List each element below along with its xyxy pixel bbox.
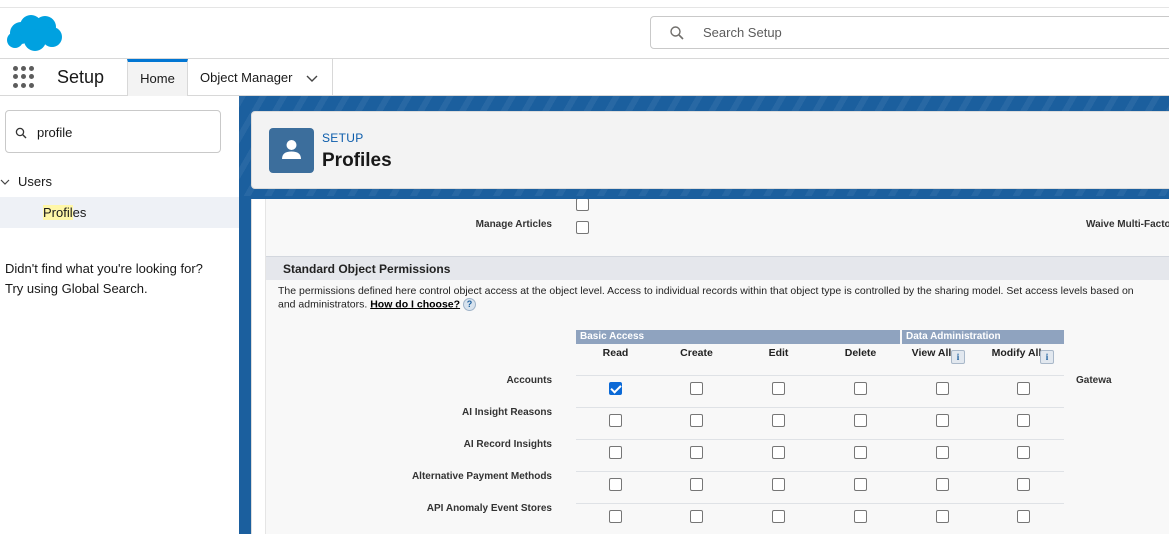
edit-checkbox[interactable] [772, 446, 785, 459]
edit-checkbox[interactable] [772, 414, 785, 427]
row-label: AI Record Insights [463, 439, 552, 450]
section-title: Standard Object Permissions [283, 262, 451, 276]
salesforce-cloud-icon[interactable] [5, 13, 63, 53]
app-launcher-icon[interactable] [13, 66, 35, 88]
quick-find-value: profile [37, 125, 73, 140]
partial-checkbox[interactable] [576, 199, 589, 211]
accounts-view-all-checkbox[interactable] [936, 382, 949, 395]
row-divider [576, 503, 1064, 504]
create-checkbox[interactable] [690, 446, 703, 459]
row-divider [576, 375, 1064, 376]
group-basic-access: Basic Access [576, 330, 900, 344]
profile-detail-body: Manage Articles Waive Multi-Facto Standa… [265, 199, 1169, 534]
quick-find-input[interactable]: profile [5, 110, 221, 153]
section-description: The permissions defined here control obj… [278, 285, 1169, 311]
not-found-message: Didn't find what you're looking for? Try… [5, 259, 203, 299]
section-header: Standard Object Permissions [266, 256, 1169, 280]
tree-group-label: Users [18, 174, 52, 189]
search-placeholder: Search Setup [703, 25, 782, 40]
accounts-modify-all-checkbox[interactable] [1017, 382, 1030, 395]
col-read: Read [602, 347, 629, 359]
search-highlight: Profil [43, 205, 73, 220]
row-label: AI Insight Reasons [461, 407, 552, 418]
top-edge [0, 0, 1169, 8]
not-found-line1: Didn't find what you're looking for? [5, 261, 203, 276]
page-header-card: SETUP Profiles [251, 111, 1169, 189]
chevron-down-icon[interactable] [306, 72, 318, 84]
col-edit: Edit [768, 347, 789, 359]
setup-sidebar: profile Users Profiles Didn't find what … [0, 96, 239, 534]
create-checkbox[interactable] [690, 414, 703, 427]
global-search-input[interactable]: Search Setup [650, 16, 1169, 49]
accounts-create-checkbox[interactable] [690, 382, 703, 395]
delete-checkbox[interactable] [854, 510, 867, 523]
waive-mfa-label: Waive Multi-Facto [1086, 219, 1169, 230]
tab-object-manager-label: Object Manager [200, 70, 293, 85]
col-create: Create [680, 347, 713, 359]
delete-checkbox[interactable] [854, 414, 867, 427]
create-checkbox[interactable] [690, 510, 703, 523]
app-name: Setup [57, 67, 105, 87]
how-do-i-choose-link[interactable]: How do I choose? [370, 298, 460, 310]
group-data-administration: Data Administration [902, 330, 1064, 344]
delete-checkbox[interactable] [854, 446, 867, 459]
desc-line2-text: and administrators. [278, 298, 368, 311]
global-header: Search Setup [0, 8, 1169, 59]
tab-object-manager[interactable]: Object Manager [188, 59, 333, 96]
modify-all-checkbox[interactable] [1017, 446, 1030, 459]
view-all-checkbox[interactable] [936, 446, 949, 459]
profile-detail-frame: Manage Articles Waive Multi-Facto Standa… [251, 199, 1169, 534]
row-label: API Anomaly Event Stores [426, 503, 552, 514]
view-all-checkbox[interactable] [936, 510, 949, 523]
manage-articles-checkbox[interactable] [576, 221, 589, 234]
view-all-checkbox[interactable] [936, 478, 949, 491]
read-checkbox[interactable] [609, 446, 622, 459]
row-divider [576, 439, 1064, 440]
read-checkbox[interactable] [609, 478, 622, 491]
tree-group-users[interactable]: Users [0, 174, 52, 189]
edit-checkbox[interactable] [772, 478, 785, 491]
accounts-read-checkbox[interactable] [609, 382, 622, 395]
desc-line1: The permissions defined here control obj… [278, 285, 1134, 297]
page-title: Profiles [322, 150, 392, 171]
edit-checkbox[interactable] [772, 510, 785, 523]
info-icon[interactable]: i [1040, 350, 1054, 364]
modify-all-checkbox[interactable] [1017, 478, 1030, 491]
help-icon[interactable]: ? [462, 298, 476, 311]
gateway-label: Gatewa [1076, 375, 1112, 386]
manage-articles-label: Manage Articles [475, 219, 552, 230]
app-nav-bar: Setup Home Object Manager [0, 59, 1169, 96]
read-checkbox[interactable] [609, 414, 622, 427]
not-found-line2: Try using Global Search. [5, 281, 148, 296]
info-icon[interactable]: i [951, 350, 965, 364]
search-icon [15, 127, 27, 139]
row-divider [576, 471, 1064, 472]
row-label: Alternative Payment Methods [411, 471, 552, 482]
breadcrumb: SETUP [322, 131, 364, 145]
read-checkbox[interactable] [609, 510, 622, 523]
tree-item-profiles[interactable]: Profiles [0, 197, 239, 228]
modify-all-checkbox[interactable] [1017, 510, 1030, 523]
view-all-checkbox[interactable] [936, 414, 949, 427]
desc-line2: and administrators. How do I choose? ? [278, 298, 1169, 311]
col-delete: Delete [844, 347, 877, 359]
row-divider [576, 407, 1064, 408]
accounts-edit-checkbox[interactable] [772, 382, 785, 395]
delete-checkbox[interactable] [854, 478, 867, 491]
row-label: Accounts [506, 375, 552, 386]
search-icon [670, 26, 684, 40]
tab-home[interactable]: Home [127, 59, 188, 96]
user-icon [269, 128, 314, 173]
tree-item-label-rest: es [72, 205, 87, 220]
create-checkbox[interactable] [690, 478, 703, 491]
modify-all-checkbox[interactable] [1017, 414, 1030, 427]
accounts-delete-checkbox[interactable] [854, 382, 867, 395]
chevron-down-icon[interactable] [0, 178, 10, 189]
